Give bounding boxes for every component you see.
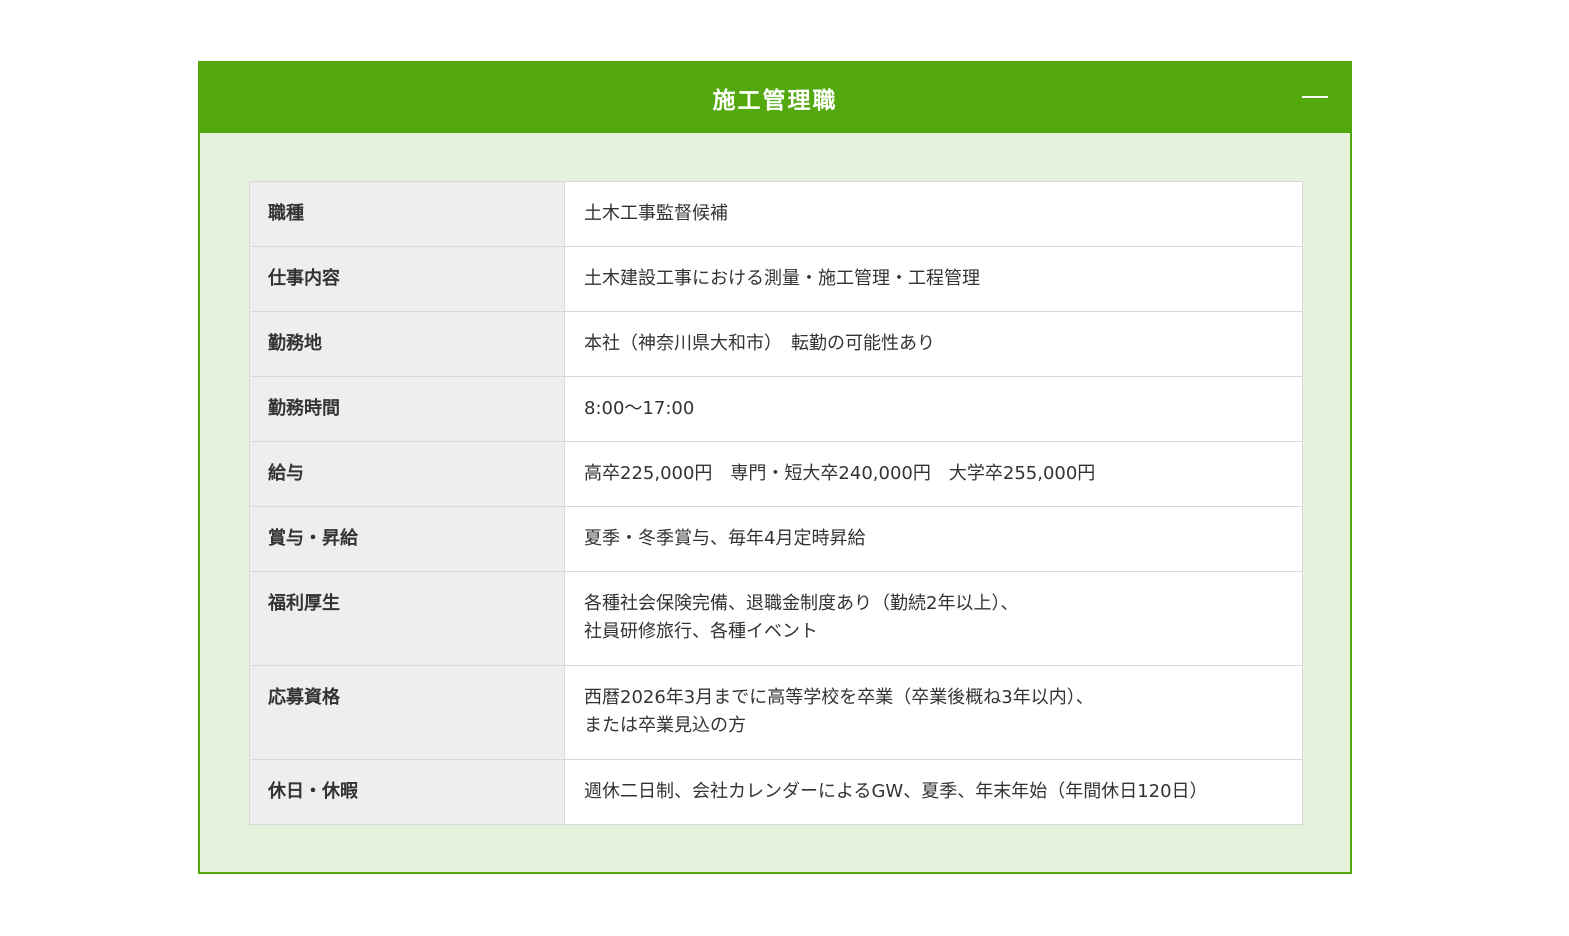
table-row: 仕事内容 土木建設工事における測量・施工管理・工程管理 — [249, 246, 1303, 312]
row-label: 勤務時間 — [249, 376, 565, 442]
row-label: 仕事内容 — [249, 246, 565, 312]
row-label: 応募資格 — [249, 665, 565, 760]
row-value: 本社（神奈川県大和市） 転勤の可能性あり — [564, 311, 1303, 377]
table-row: 勤務時間 8:00〜17:00 — [249, 376, 1303, 442]
row-value: 土木工事監督候補 — [564, 181, 1303, 247]
row-value: 各種社会保険完備、退職金制度あり（勤続2年以上）、 社員研修旅行、各種イベント — [564, 571, 1303, 666]
row-label: 休日・休暇 — [249, 759, 565, 825]
row-label: 賞与・昇給 — [249, 506, 565, 572]
row-value: 高卒225,000円 専門・短大卒240,000円 大学卒255,000円 — [564, 441, 1303, 507]
row-label: 給与 — [249, 441, 565, 507]
accordion-title: 施工管理職 — [712, 88, 838, 114]
row-value: 週休二日制、会社カレンダーによるGW、夏季、年末年始（年間休日120日） — [564, 759, 1303, 825]
table-row: 勤務地 本社（神奈川県大和市） 転勤の可能性あり — [249, 311, 1303, 377]
row-value: 夏季・冬季賞与、毎年4月定時昇給 — [564, 506, 1303, 572]
row-value: 土木建設工事における測量・施工管理・工程管理 — [564, 246, 1303, 312]
table-row: 賞与・昇給 夏季・冬季賞与、毎年4月定時昇給 — [249, 506, 1303, 572]
table-row: 給与 高卒225,000円 専門・短大卒240,000円 大学卒255,000円 — [249, 441, 1303, 507]
row-value: 8:00〜17:00 — [564, 376, 1303, 442]
row-value: 西暦2026年3月までに高等学校を卒業（卒業後概ね3年以内）、 または卒業見込の… — [564, 665, 1303, 760]
row-label: 福利厚生 — [249, 571, 565, 666]
row-label: 勤務地 — [249, 311, 565, 377]
job-accordion: 施工管理職 職種 土木工事監督候補 仕事内容 土木建設工事における測量・施工管理… — [198, 61, 1352, 874]
table-row: 職種 土木工事監督候補 — [249, 181, 1303, 247]
job-details-table: 職種 土木工事監督候補 仕事内容 土木建設工事における測量・施工管理・工程管理 … — [249, 181, 1303, 825]
minus-icon[interactable] — [1302, 87, 1328, 107]
table-row: 休日・休暇 週休二日制、会社カレンダーによるGW、夏季、年末年始（年間休日120… — [249, 759, 1303, 825]
row-label: 職種 — [249, 181, 565, 247]
table-row: 福利厚生 各種社会保険完備、退職金制度あり（勤続2年以上）、 社員研修旅行、各種… — [249, 571, 1303, 666]
table-row: 応募資格 西暦2026年3月までに高等学校を卒業（卒業後概ね3年以内）、 または… — [249, 665, 1303, 760]
accordion-header[interactable]: 施工管理職 — [200, 63, 1350, 133]
